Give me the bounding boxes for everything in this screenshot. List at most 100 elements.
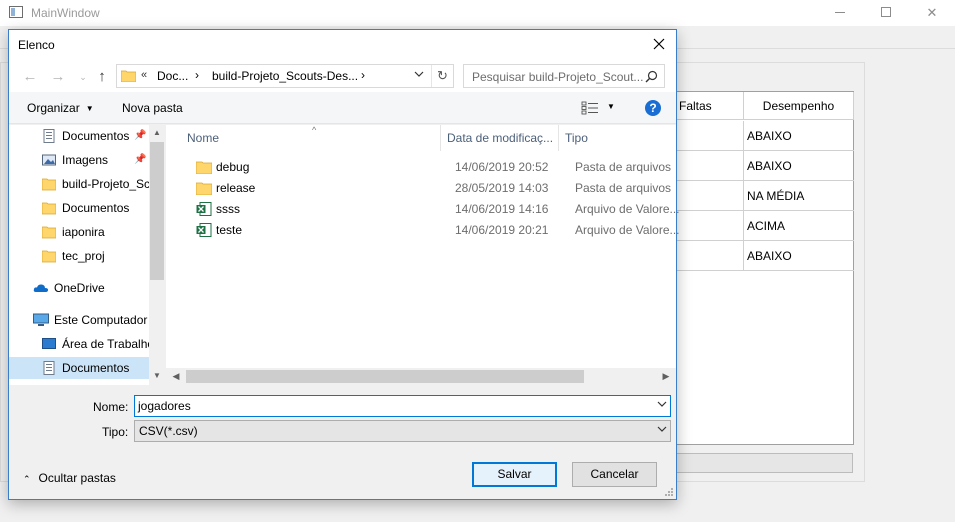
back-button[interactable]: ← <box>21 68 39 86</box>
table-cell-desempenho[interactable]: ACIMA <box>747 211 785 241</box>
nav-item-documentos-folder[interactable]: Documentos <box>9 197 149 219</box>
scroll-down-arrow-icon[interactable]: ▼ <box>149 368 165 384</box>
scrollbar-thumb[interactable] <box>186 370 584 383</box>
hide-folders-button[interactable]: ⌃ Ocultar pastas <box>23 471 116 485</box>
scroll-right-arrow-icon[interactable]: ▶ <box>658 368 674 385</box>
address-bar[interactable]: « Doc... › build-Projeto_Scouts-Des... ›… <box>116 64 454 88</box>
organize-label: Organizar <box>27 101 80 115</box>
close-icon <box>653 38 665 50</box>
refresh-button[interactable]: ↻ <box>431 65 453 87</box>
dialog-titlebar: Elenco <box>9 30 676 60</box>
file-name: release <box>216 181 256 195</box>
documents-icon <box>43 361 55 375</box>
nav-item-build-projeto[interactable]: build-Projeto_Sc <box>9 173 149 195</box>
new-folder-button[interactable]: Nova pasta <box>122 101 183 115</box>
help-icon[interactable]: ? <box>645 100 661 116</box>
nav-item-label: Este Computador <box>54 313 148 327</box>
file-type: Arquivo de Valore... <box>575 223 680 237</box>
nav-item-tec-proj[interactable]: tec_proj <box>9 245 149 267</box>
file-list[interactable]: Nome ^ Data de modificaç... Tipo debug 1… <box>166 125 680 385</box>
folder-icon <box>121 70 136 82</box>
chevron-down-icon[interactable] <box>657 399 667 409</box>
refresh-icon: ↻ <box>437 68 448 83</box>
column-header-date-modified[interactable]: Data de modificaç... <box>441 125 559 151</box>
chevron-down-icon[interactable] <box>657 424 667 434</box>
view-options-icon[interactable] <box>581 101 599 115</box>
nav-item-area-de-trabalho[interactable]: Área de Trabalho <box>9 333 149 355</box>
nav-item-label: Área de Trabalho <box>62 337 149 351</box>
nav-item-documentos-selected[interactable]: Documentos <box>9 357 149 379</box>
maximize-button[interactable] <box>863 0 909 26</box>
table-cell-desempenho[interactable]: ABAIXO <box>747 151 792 181</box>
save-button[interactable]: Salvar <box>472 462 557 487</box>
nav-item-iaponira[interactable]: iaponira <box>9 221 149 243</box>
maximize-icon <box>881 7 891 17</box>
dialog-close-button[interactable] <box>644 30 674 60</box>
hide-folders-label: Ocultar pastas <box>38 471 116 485</box>
forward-button[interactable]: → <box>49 68 67 86</box>
chevron-down-icon <box>414 71 424 77</box>
file-name: debug <box>216 160 250 174</box>
file-row-ssss[interactable]: ssss 14/06/2019 14:16 Arquivo de Valore.… <box>166 199 680 220</box>
file-row-release[interactable]: release 28/05/2019 14:03 Pasta de arquiv… <box>166 178 671 199</box>
search-icon <box>645 70 658 83</box>
nav-item-label: Imagens <box>62 153 109 167</box>
organize-button[interactable]: Organizar ▼ <box>27 101 94 115</box>
file-row-debug[interactable]: debug 14/06/2019 20:52 Pasta de arquivos <box>166 157 671 178</box>
table-cell-desempenho[interactable]: NA MÉDIA <box>747 181 804 211</box>
file-name: ssss <box>216 202 240 216</box>
close-icon: ✕ <box>926 5 938 20</box>
main-titlebar: MainWindow ✕ <box>0 0 955 26</box>
file-type: Arquivo de Valore... <box>575 202 680 216</box>
navigation-pane[interactable]: Documentos 📌 Imagens 📌 build-Projeto_Sc … <box>9 125 165 385</box>
cancel-button[interactable]: Cancelar <box>572 462 657 487</box>
address-overflow[interactable]: « <box>141 69 147 81</box>
resize-grip-icon[interactable] <box>664 487 674 497</box>
file-date: 14/06/2019 20:21 <box>455 223 549 237</box>
navigation-scrollbar[interactable]: ▲ ▼ <box>149 125 165 385</box>
caret-down-icon[interactable]: ▼ <box>607 102 615 111</box>
save-file-dialog: Elenco ← → ⌄ ↑ « Doc... › build-Projeto_… <box>8 29 680 500</box>
up-button[interactable]: ↑ <box>93 68 111 86</box>
scroll-left-arrow-icon[interactable]: ◀ <box>168 368 184 385</box>
scrollbar-thumb[interactable] <box>150 142 164 280</box>
close-button[interactable]: ✕ <box>909 0 955 26</box>
dialog-title: Elenco <box>18 38 55 52</box>
chevron-right-icon[interactable]: › <box>361 68 365 82</box>
filetype-select[interactable]: CSV(*.csv) <box>134 420 671 442</box>
file-type: Pasta de arquivos <box>575 160 672 174</box>
nav-item-documentos-pinned[interactable]: Documentos 📌 <box>9 125 149 147</box>
file-name: teste <box>216 223 243 237</box>
chevron-right-icon[interactable]: › <box>195 68 199 82</box>
chevron-up-icon: ⌃ <box>23 474 31 484</box>
column-header-desempenho[interactable]: Desempenho <box>744 92 854 120</box>
nav-item-este-computador[interactable]: Este Computador <box>9 309 149 331</box>
excel-csv-icon <box>196 223 212 237</box>
scroll-up-arrow-icon[interactable]: ▲ <box>149 125 165 141</box>
table-cell-desempenho[interactable]: ABAIXO <box>747 241 792 271</box>
table-cell-desempenho[interactable]: ABAIXO <box>747 121 792 151</box>
address-history-dropdown[interactable] <box>414 69 428 83</box>
address-segment-build[interactable]: build-Projeto_Scouts-Des... <box>212 69 358 83</box>
recent-locations-button[interactable]: ⌄ <box>74 68 92 86</box>
address-segment-documents[interactable]: Doc... <box>157 69 188 83</box>
filename-input[interactable]: jogadores <box>134 395 671 417</box>
column-header-type[interactable]: Tipo <box>559 125 676 151</box>
file-list-scrollbar[interactable]: ◀ ▶ <box>166 368 676 385</box>
search-placeholder: Pesquisar build-Projeto_Scout... <box>472 70 644 84</box>
arrow-left-icon: ← <box>22 68 38 85</box>
minimize-button[interactable] <box>817 0 863 26</box>
nav-item-onedrive[interactable]: OneDrive <box>9 277 149 299</box>
column-header-name[interactable]: Nome <box>181 125 441 151</box>
nav-item-label: iaponira <box>62 225 105 239</box>
nav-item-imagens[interactable]: Imagens 📌 <box>9 149 149 171</box>
file-type: Pasta de arquivos <box>575 181 672 195</box>
arrow-up-icon: ↑ <box>98 68 106 85</box>
search-input[interactable]: Pesquisar build-Projeto_Scout... <box>463 64 665 88</box>
file-row-teste[interactable]: teste 14/06/2019 20:21 Arquivo de Valore… <box>166 220 680 241</box>
folder-icon <box>42 250 56 263</box>
cloud-icon <box>33 284 49 292</box>
nav-item-label: tec_proj <box>62 249 105 263</box>
navigation-bar: ← → ⌄ ↑ « Doc... › build-Projeto_Scouts-… <box>9 60 676 92</box>
file-date: 28/05/2019 14:03 <box>455 181 549 195</box>
